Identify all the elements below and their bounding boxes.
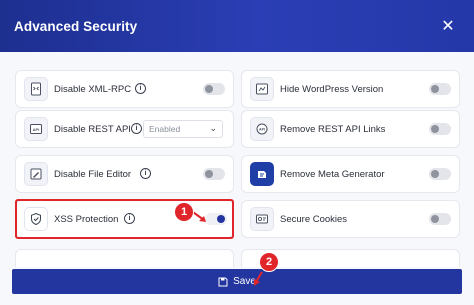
feature-label: Remove REST API Links — [280, 124, 386, 135]
arrow-icon — [254, 271, 263, 286]
feature-label: Remove Meta Generator — [280, 169, 385, 180]
info-icon[interactable]: i — [140, 168, 151, 179]
close-icon[interactable]: ✕ — [438, 16, 458, 36]
toggle-secure-cookies[interactable] — [429, 213, 451, 225]
save-icon — [218, 277, 228, 286]
api-links-icon: API — [250, 117, 274, 141]
toggle-disable-file-editor[interactable] — [203, 168, 225, 180]
svg-text:API: API — [259, 128, 265, 132]
chevron-down-icon: ⌄ — [209, 123, 217, 133]
card-secure-cookies: Secure Cookies — [241, 200, 460, 238]
card-disable-rest-api: API Disable REST API i Enabled ⌄ — [15, 110, 234, 148]
feature-label: Disable REST API — [54, 124, 131, 135]
toggle-remove-meta-generator[interactable] — [429, 168, 451, 180]
card-remove-meta-generator: Remove Meta Generator — [241, 155, 460, 193]
api-icon: API — [24, 117, 48, 141]
card-hide-wordpress-version: Hide WordPress Version — [241, 70, 460, 108]
card-remove-rest-api-links: API Remove REST API Links — [241, 110, 460, 148]
info-icon[interactable]: i — [131, 123, 142, 134]
toggle-hide-wordpress-version[interactable] — [429, 83, 451, 95]
card-disable-file-editor: Disable File Editor i — [15, 155, 234, 193]
svg-text:API: API — [33, 127, 40, 132]
partial-card — [15, 249, 234, 267]
card-disable-xml-rpc: Disable XML-RPC i — [15, 70, 234, 108]
feature-label: Disable File Editor — [54, 169, 132, 180]
feature-label: Secure Cookies — [280, 214, 348, 225]
cookie-icon — [250, 207, 274, 231]
meta-generator-icon — [250, 162, 274, 186]
modal-header: Advanced Security ✕ — [0, 0, 474, 52]
feature-label: Hide WordPress Version — [280, 84, 384, 95]
file-editor-icon — [24, 162, 48, 186]
xml-file-icon — [24, 77, 48, 101]
step-badge-2: 2 — [259, 252, 279, 272]
rest-api-select[interactable]: Enabled ⌄ — [143, 120, 223, 138]
feature-label: Disable XML-RPC — [54, 84, 132, 95]
select-value: Enabled — [149, 124, 181, 134]
save-button[interactable]: Save — [12, 269, 462, 294]
toggle-remove-rest-api-links[interactable] — [429, 123, 451, 135]
step-badge-1: 1 — [174, 202, 194, 222]
info-icon[interactable]: i — [135, 83, 146, 94]
toggle-disable-xml-rpc[interactable] — [203, 83, 225, 95]
version-icon — [250, 77, 274, 101]
modal-title: Advanced Security — [14, 18, 138, 34]
